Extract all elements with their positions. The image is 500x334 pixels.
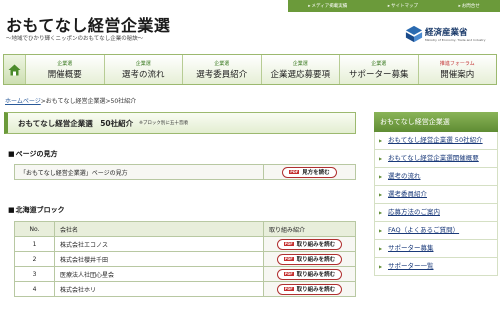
read-intro-button[interactable]: PDF 取り組みを読む [276,238,343,250]
table-row: 2 株式会社櫻井千田 PDF 取り組みを読む [14,251,356,267]
breadcrumb-home[interactable]: ホームページ [5,98,41,105]
sidebar-item-overview[interactable]: おもてなし経営企業選開催概要 [374,150,498,168]
pdf-icon: PDF [283,272,294,276]
row-no: 1 [14,236,55,252]
pdf-icon: PDF [289,170,300,174]
ministry-logo-link[interactable]: 経済産業省 Ministry of Economy, Trade and Ind… [405,25,486,43]
nav-item-supporter[interactable]: 企業選 サポーター募集 [340,55,419,84]
sidebar-item-supporter-recruit[interactable]: サポーター募集 [374,240,498,258]
ministry-name: 経済産業省 [425,28,468,38]
sidebar-heading: おもてなし経営企業選 [374,112,498,132]
nav-home-button[interactable] [4,55,26,84]
pdf-icon: PDF [283,257,294,261]
read-intro-button[interactable]: PDF 取り組みを読む [276,268,343,280]
nav-item-committee[interactable]: 企業選 選考委員紹介 [183,55,262,84]
sidebar: おもてなし経営企業選 おもてなし経営企業選 50社紹介 おもてなし経営企業選開催… [374,112,498,276]
meti-logo-icon [405,25,423,43]
table-row: 3 医療法人社団心星会 PDF 取り組みを読む [14,266,356,282]
hokkaido-table: No. 会社名 取り組み紹介 1 株式会社エコノス PDF 取り組みを読む 2 株… [14,221,356,297]
util-link-sitemap[interactable]: サイトマップ [388,3,418,9]
breadcrumb-parent: おもてなし経営企業選 [45,98,106,105]
breadcrumb: ホームページ>おもてなし経営企業選>50社紹介 [5,96,136,105]
utility-bar: メディア掲載実績 サイトマップ お問合せ [288,0,500,12]
pdf-icon: PDF [283,287,294,291]
howto-read-button[interactable]: PDF 見方を読む [282,166,337,178]
site-subtitle: 〜地域でひかり輝くニッポンのおもてなし企業の秘訣〜 [6,36,144,42]
howto-table: 「おもてなし経営企業選」ページの見方 PDF 見方を読む [14,164,356,180]
util-link-media[interactable]: メディア掲載実績 [308,3,348,9]
company-name: 株式会社ホリ [54,281,264,297]
site-title[interactable]: おもてなし経営企業選 [6,12,170,36]
nav-item-application[interactable]: 企業選 企業選応募要項 [262,55,340,84]
global-nav: 企業選 開催概要 企業選 選考の流れ 企業選 選考委員紹介 企業選 企業選応募要… [3,54,497,85]
read-intro-button[interactable]: PDF 取り組みを読む [276,253,343,265]
sidebar-item-50-companies[interactable]: おもてなし経営企業選 50社紹介 [374,132,498,150]
sidebar-item-selection-flow[interactable]: 選考の流れ [374,168,498,186]
sidebar-item-committee[interactable]: 選考委員紹介 [374,186,498,204]
pdf-icon: PDF [283,242,294,246]
row-no: 4 [14,281,55,297]
company-name: 医療法人社団心星会 [54,266,264,282]
column-header-intro: 取り組み紹介 [263,221,356,237]
page-title-box: おもてなし経営企業選 50社紹介 ※ブロック別に五十音順 [4,112,356,134]
nav-item-forum[interactable]: 推進フォーラム 開催案内 [419,55,497,84]
company-name: 株式会社櫻井千田 [54,251,264,267]
home-icon [8,64,21,75]
page-title: おもてなし経営企業選 50社紹介 [18,118,134,128]
sidebar-item-supporter-list[interactable]: サポーター一覧 [374,258,498,276]
table-row: 1 株式会社エコノス PDF 取り組みを読む [14,236,356,252]
nav-item-overview[interactable]: 企業選 開催概要 [26,55,105,84]
util-link-contact[interactable]: お問合せ [458,3,480,9]
table-header-row: No. 会社名 取り組み紹介 [14,221,356,237]
row-no: 3 [14,266,55,282]
row-no: 2 [14,251,55,267]
company-name: 株式会社エコノス [54,236,264,252]
sidebar-item-faq[interactable]: FAQ（よくあるご質問） [374,222,498,240]
table-row: 4 株式会社ホリ PDF 取り組みを読む [14,281,356,297]
read-intro-button[interactable]: PDF 取り組みを読む [276,283,343,295]
howto-heading: ページの見方 [8,149,58,159]
column-header-company: 会社名 [54,221,264,237]
page-title-note: ※ブロック別に五十音順 [139,121,188,126]
howto-text: 「おもてなし経営企業選」ページの見方 [14,164,264,180]
column-header-no: No. [14,221,55,237]
sidebar-item-application[interactable]: 応募方法のご案内 [374,204,498,222]
nav-item-selection-flow[interactable]: 企業選 選考の流れ [105,55,183,84]
breadcrumb-current: 50社紹介 [110,98,137,105]
hokkaido-heading: 北海道ブロック [8,205,65,215]
ministry-name-en: Ministry of Economy, Trade and Industry [425,38,486,42]
